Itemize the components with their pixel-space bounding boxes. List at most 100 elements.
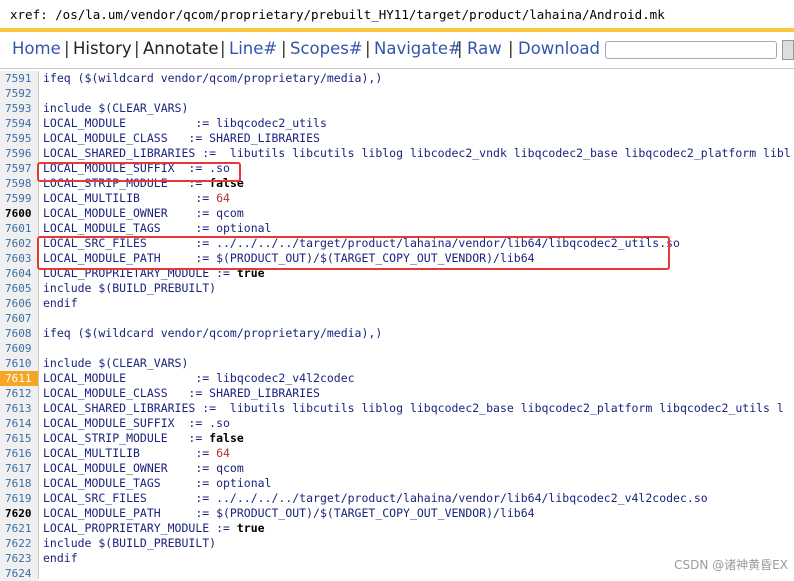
code-text: LOCAL_SHARED_LIBRARIES := libutils libcu… bbox=[43, 401, 784, 415]
line-number[interactable]: 7623 bbox=[0, 551, 38, 566]
code-text: include $(CLEAR_VARS) bbox=[43, 101, 189, 115]
search-button[interactable] bbox=[782, 40, 794, 60]
code-line: ifeq ($(wildcard vendor/qcom/proprietary… bbox=[43, 71, 382, 86]
line-number[interactable]: 7615 bbox=[0, 431, 38, 446]
line-number[interactable]: 7613 bbox=[0, 401, 38, 416]
code-text: include $(BUILD_PREBUILT) bbox=[43, 536, 217, 550]
code-line: LOCAL_MODULE_PATH := $(PRODUCT_OUT)/$(TA… bbox=[43, 506, 535, 521]
search-input[interactable] bbox=[605, 41, 777, 59]
line-number[interactable]: 7591 bbox=[0, 71, 38, 86]
code-line: LOCAL_MULTILIB := 64 bbox=[43, 446, 230, 461]
code-line: endif bbox=[43, 551, 78, 566]
line-number[interactable]: 7619 bbox=[0, 491, 38, 506]
code-text: endif bbox=[43, 296, 78, 310]
code-line: LOCAL_MODULE_OWNER := qcom bbox=[43, 461, 244, 476]
code-line: LOCAL_STRIP_MODULE := false bbox=[43, 431, 244, 446]
nav-annotate-link[interactable]: Annotate bbox=[143, 39, 219, 58]
xref-path: xref: /os/la.um/vendor/qcom/proprietary/… bbox=[10, 7, 665, 22]
keyword-token: false bbox=[209, 431, 244, 445]
code-text: LOCAL_MODULE_OWNER := qcom bbox=[43, 461, 244, 475]
line-number[interactable]: 7603 bbox=[0, 251, 38, 266]
number-token: 64 bbox=[216, 446, 230, 460]
nav-separator: | bbox=[365, 39, 371, 58]
line-number[interactable]: 7594 bbox=[0, 116, 38, 131]
line-number-gutter-border bbox=[38, 71, 39, 579]
line-number[interactable]: 7593 bbox=[0, 101, 38, 116]
code-line: LOCAL_PROPRIETARY_MODULE := true bbox=[43, 521, 265, 536]
line-number[interactable]: 7606 bbox=[0, 296, 38, 311]
line-number[interactable]: 7618 bbox=[0, 476, 38, 491]
nav-raw-link[interactable]: Raw bbox=[467, 39, 502, 58]
line-number[interactable]: 7616 bbox=[0, 446, 38, 461]
line-number[interactable]: 7595 bbox=[0, 131, 38, 146]
nav-navigate-link[interactable]: Navigate# bbox=[374, 39, 462, 58]
keyword-token: true bbox=[236, 521, 265, 535]
nav-separator: | bbox=[64, 39, 70, 58]
line-number[interactable]: 7608 bbox=[0, 326, 38, 341]
line-number[interactable]: 7611 bbox=[0, 371, 38, 386]
line-number[interactable]: 7622 bbox=[0, 536, 38, 551]
line-number[interactable]: 7612 bbox=[0, 386, 38, 401]
code-text: LOCAL_SRC_FILES := ../../../../target/pr… bbox=[43, 491, 708, 505]
code-line: include $(CLEAR_VARS) bbox=[43, 101, 188, 116]
number-token: 64 bbox=[216, 191, 230, 205]
code-text: LOCAL_STRIP_MODULE := bbox=[43, 431, 210, 445]
line-number[interactable]: 7602 bbox=[0, 236, 38, 251]
code-text: LOCAL_MODULE := libqcodec2_utils bbox=[43, 116, 327, 130]
code-line: LOCAL_MODULE_TAGS := optional bbox=[43, 221, 271, 236]
line-number[interactable]: 7596 bbox=[0, 146, 38, 161]
line-number[interactable]: 7621 bbox=[0, 521, 38, 536]
highlight-box-suffix bbox=[37, 162, 241, 182]
highlight-box-src-path bbox=[37, 236, 670, 270]
nav-separator: | bbox=[134, 39, 140, 58]
code-line: LOCAL_MODULE_CLASS := SHARED_LIBRARIES bbox=[43, 386, 320, 401]
line-number[interactable]: 7610 bbox=[0, 356, 38, 371]
code-text: LOCAL_PROPRIETARY_MODULE := bbox=[43, 521, 237, 535]
nav-bar: Home | History | Annotate | Line# | Scop… bbox=[0, 32, 794, 69]
code-line: LOCAL_MODULE := libqcodec2_utils bbox=[43, 116, 327, 131]
line-number[interactable]: 7600 bbox=[0, 206, 38, 221]
code-line: LOCAL_MODULE_TAGS := optional bbox=[43, 476, 271, 491]
code-text: LOCAL_MODULE_CLASS := SHARED_LIBRARIES bbox=[43, 386, 320, 400]
code-line: LOCAL_MODULE := libqcodec2_v4l2codec bbox=[43, 371, 355, 386]
nav-separator: | bbox=[508, 39, 514, 58]
code-line: LOCAL_MULTILIB := 64 bbox=[43, 191, 230, 206]
line-number[interactable]: 7599 bbox=[0, 191, 38, 206]
code-text: LOCAL_MODULE_CLASS := SHARED_LIBRARIES bbox=[43, 131, 320, 145]
nav-home-link[interactable]: Home bbox=[12, 39, 61, 58]
line-number[interactable]: 7607 bbox=[0, 311, 38, 326]
nav-download-link[interactable]: Download bbox=[518, 39, 600, 58]
line-number[interactable]: 7605 bbox=[0, 281, 38, 296]
code-line: LOCAL_SRC_FILES := ../../../../target/pr… bbox=[43, 491, 708, 506]
code-line: endif bbox=[43, 296, 78, 311]
line-number[interactable]: 7597 bbox=[0, 161, 38, 176]
line-number[interactable]: 7614 bbox=[0, 416, 38, 431]
code-text: ifeq ($(wildcard vendor/qcom/proprietary… bbox=[43, 326, 383, 340]
line-number[interactable]: 7598 bbox=[0, 176, 38, 191]
code-text: LOCAL_MODULE_OWNER := qcom bbox=[43, 206, 244, 220]
code-text: LOCAL_MODULE_PATH := $(PRODUCT_OUT)/$(TA… bbox=[43, 506, 535, 520]
code-text: LOCAL_MODULE := libqcodec2_v4l2codec bbox=[43, 371, 355, 385]
line-number[interactable]: 7592 bbox=[0, 86, 38, 101]
nav-scopes-link[interactable]: Scopes# bbox=[290, 39, 363, 58]
line-number[interactable]: 7601 bbox=[0, 221, 38, 236]
code-text: ifeq ($(wildcard vendor/qcom/proprietary… bbox=[43, 71, 383, 85]
nav-line-link[interactable]: Line# bbox=[229, 39, 277, 58]
line-number[interactable]: 7609 bbox=[0, 341, 38, 356]
code-text: include $(BUILD_PREBUILT) bbox=[43, 281, 217, 295]
line-number[interactable]: 7620 bbox=[0, 506, 38, 521]
code-line: LOCAL_MODULE_SUFFIX := .so bbox=[43, 416, 230, 431]
code-text: LOCAL_MODULE_SUFFIX := .so bbox=[43, 416, 230, 430]
code-text: endif bbox=[43, 551, 78, 565]
code-text: LOCAL_MULTILIB := bbox=[43, 191, 217, 205]
code-text: LOCAL_MODULE_TAGS := optional bbox=[43, 221, 272, 235]
code-line: LOCAL_MODULE_OWNER := qcom bbox=[43, 206, 244, 221]
line-number[interactable]: 7604 bbox=[0, 266, 38, 281]
code-text: LOCAL_MODULE_TAGS := optional bbox=[43, 476, 272, 490]
nav-history-link[interactable]: History bbox=[73, 39, 132, 58]
code-text: LOCAL_SHARED_LIBRARIES := libutils libcu… bbox=[43, 146, 791, 160]
line-number[interactable]: 7617 bbox=[0, 461, 38, 476]
nav-separator: | bbox=[220, 39, 226, 58]
code-line: include $(BUILD_PREBUILT) bbox=[43, 281, 216, 296]
xref-bar: xref: /os/la.um/vendor/qcom/proprietary/… bbox=[0, 0, 794, 32]
